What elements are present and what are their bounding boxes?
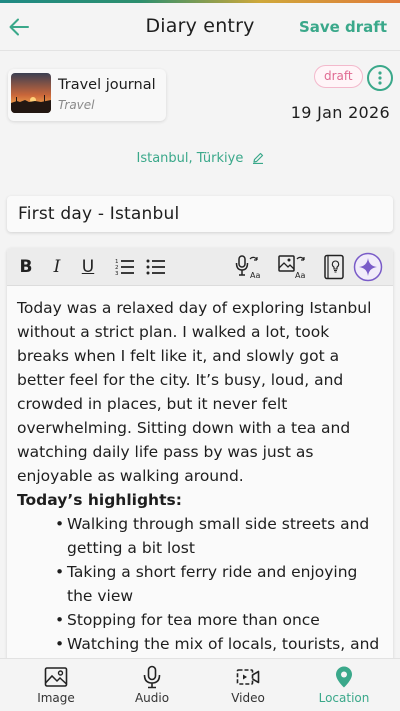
voice-to-text-button[interactable]: Aa xyxy=(235,255,263,280)
location-pin-icon xyxy=(336,666,352,688)
attach-image-button[interactable]: Image xyxy=(6,659,106,711)
pencil-icon xyxy=(252,152,263,164)
list-item: Taking a short ferry ride and enjoying t… xyxy=(55,560,383,608)
journal-prompt-button[interactable] xyxy=(323,254,345,280)
svg-text:Aa: Aa xyxy=(295,271,305,280)
entry-body-paragraph: Today was a relaxed day of exploring Ist… xyxy=(17,299,372,485)
highlights-list: Walking through small side streets and g… xyxy=(55,512,383,656)
journal-book-icon xyxy=(324,254,344,280)
app-header: Diary entry Save draft xyxy=(0,3,400,51)
image-to-text-icon: Aa xyxy=(278,255,305,280)
bulleted-list-icon xyxy=(146,259,165,275)
numbered-list-icon: 1 2 3 xyxy=(115,259,134,276)
journal-selector[interactable]: Travel journal Travel xyxy=(8,69,166,121)
bottom-attachment-bar: Image Audio Video Location xyxy=(0,658,400,710)
bulleted-list-button[interactable] xyxy=(145,255,167,279)
ai-assist-button[interactable] xyxy=(353,252,383,282)
list-item: Stopping for tea more than once xyxy=(55,608,383,632)
more-options-button[interactable] xyxy=(367,65,393,91)
location-text: Istanbul, Türkiye xyxy=(136,151,244,166)
numbered-list-button[interactable]: 1 2 3 xyxy=(114,255,136,279)
nav-label-audio: Audio xyxy=(134,691,170,705)
attach-video-button[interactable]: Video xyxy=(198,659,298,711)
nav-label-video: Video xyxy=(231,691,265,705)
location-edit-link[interactable]: Istanbul, Türkiye xyxy=(0,151,400,166)
list-item: Watching the mix of locals, tourists, an… xyxy=(55,632,383,656)
save-draft-button[interactable]: Save draft xyxy=(299,18,387,36)
attach-location-button[interactable]: Location xyxy=(294,659,394,711)
svg-text:3: 3 xyxy=(115,271,119,276)
image-to-text-button[interactable]: Aa xyxy=(277,255,309,280)
underline-button[interactable]: U xyxy=(79,255,97,279)
entry-title-field[interactable]: First day - Istanbul xyxy=(7,196,393,232)
microphone-icon xyxy=(143,665,161,689)
ai-sparkle-icon xyxy=(353,252,383,282)
list-item: Walking through small side streets and g… xyxy=(55,512,383,560)
highlights-heading: Today’s highlights: xyxy=(17,491,182,509)
svg-text:Aa: Aa xyxy=(250,271,260,280)
editor-toolbar: B I U 1 2 3 Aa Aa xyxy=(7,248,393,286)
vertical-dots-icon xyxy=(378,71,382,85)
rich-text-editor[interactable]: B I U 1 2 3 Aa Aa Today was a relaxed da… xyxy=(7,248,393,668)
italic-button[interactable]: I xyxy=(48,255,66,279)
entry-date: 19 Jan 2026 xyxy=(290,103,390,122)
entry-title-text: First day - Istanbul xyxy=(18,204,180,224)
video-icon xyxy=(236,669,260,685)
journal-cover-image xyxy=(11,73,51,113)
bold-button[interactable]: B xyxy=(17,255,35,279)
status-badge: draft xyxy=(314,65,363,88)
voice-to-text-icon: Aa xyxy=(235,255,260,280)
journal-category: Travel xyxy=(58,98,95,112)
attach-audio-button[interactable]: Audio xyxy=(102,659,202,711)
journal-name: Travel journal xyxy=(58,77,156,93)
editor-content[interactable]: Today was a relaxed day of exploring Ist… xyxy=(17,296,383,656)
nav-label-location: Location xyxy=(318,691,370,705)
image-icon xyxy=(44,667,68,687)
nav-label-image: Image xyxy=(37,691,75,705)
